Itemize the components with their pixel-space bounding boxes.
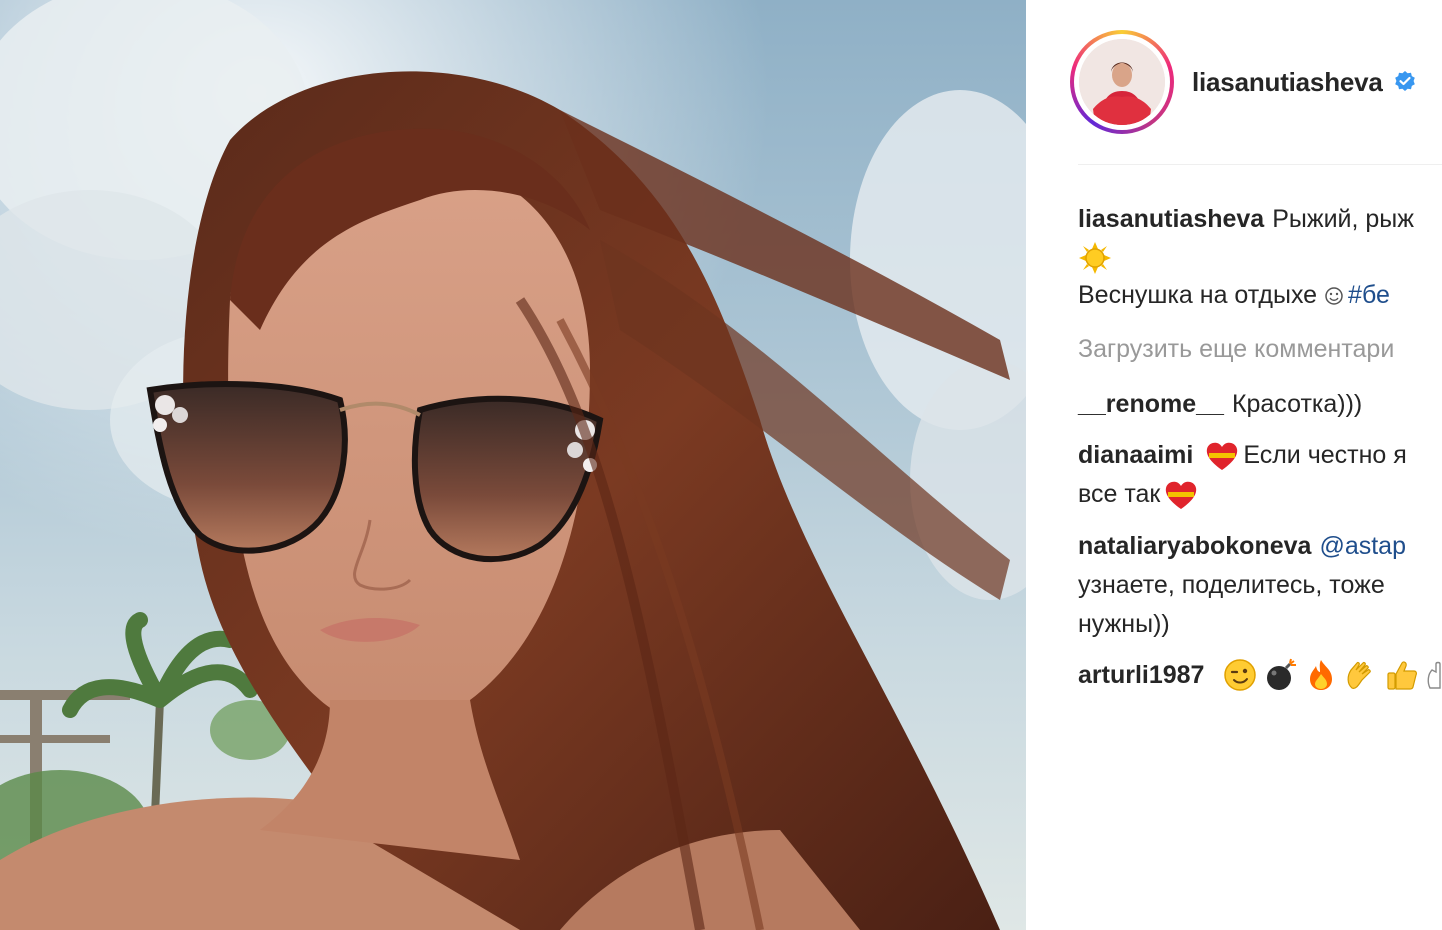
- comment-text-continued: узнаете, поделитесь, тоже: [1078, 571, 1385, 599]
- verified-badge-icon: [1394, 71, 1415, 91]
- comment-mention[interactable]: @astap: [1319, 532, 1406, 560]
- comment-username[interactable]: dianaaimi: [1078, 441, 1193, 469]
- caption-hashtag[interactable]: #бе: [1348, 281, 1390, 309]
- heart-icon: [1166, 482, 1197, 510]
- thumbs-up-icon: [1387, 661, 1418, 690]
- wink-face-icon: [1224, 659, 1257, 692]
- comment-text-continued: нужны)): [1078, 610, 1170, 638]
- avatar[interactable]: [1079, 39, 1165, 125]
- smile-icon: [1325, 287, 1343, 306]
- comment-username[interactable]: arturli1987: [1078, 656, 1204, 694]
- post-sidebar: liasanutiasheva liasanutiasheva Рыжий, ры…: [1026, 0, 1442, 930]
- comment: arturli1987: [1078, 655, 1442, 694]
- comment-text: Красотка))): [1231, 390, 1363, 418]
- comment-text: Если честно я: [1243, 441, 1407, 469]
- story-ring[interactable]: [1070, 30, 1174, 134]
- avatar-picture: [1079, 39, 1165, 125]
- post-header: liasanutiasheva: [1070, 30, 1442, 134]
- comment: nataliaryabokoneva @astap: [1078, 527, 1406, 565]
- caption-username[interactable]: liasanutiasheva: [1078, 205, 1264, 233]
- selfie-image: [0, 0, 1026, 930]
- clapping-hands-icon: [1347, 662, 1372, 690]
- post-photo[interactable]: [0, 0, 1026, 930]
- comment-text-continued: все так: [1078, 480, 1161, 508]
- caption-line: Веснушка на отдыхе: [1078, 281, 1318, 309]
- sun-icon: [1079, 242, 1111, 275]
- divider: [1078, 164, 1442, 165]
- load-more-comments-link[interactable]: Загрузить еще комментари: [1078, 335, 1394, 363]
- caption-text: Рыжий, рыж: [1272, 205, 1415, 233]
- comment: dianaaimi Если честно я: [1078, 436, 1407, 474]
- comment-username[interactable]: __renome__: [1078, 390, 1224, 418]
- heart-icon: [1207, 443, 1238, 471]
- bomb-icon: [1267, 659, 1297, 691]
- fire-icon: [1310, 660, 1333, 691]
- caption: liasanutiasheva Рыжий, рыж: [1078, 200, 1414, 238]
- comment: __renome__ Красотка))): [1078, 385, 1362, 423]
- comment-username[interactable]: nataliaryabokoneva: [1078, 532, 1311, 560]
- post-author-username[interactable]: liasanutiasheva: [1192, 67, 1383, 98]
- hand-icon: [1427, 662, 1441, 690]
